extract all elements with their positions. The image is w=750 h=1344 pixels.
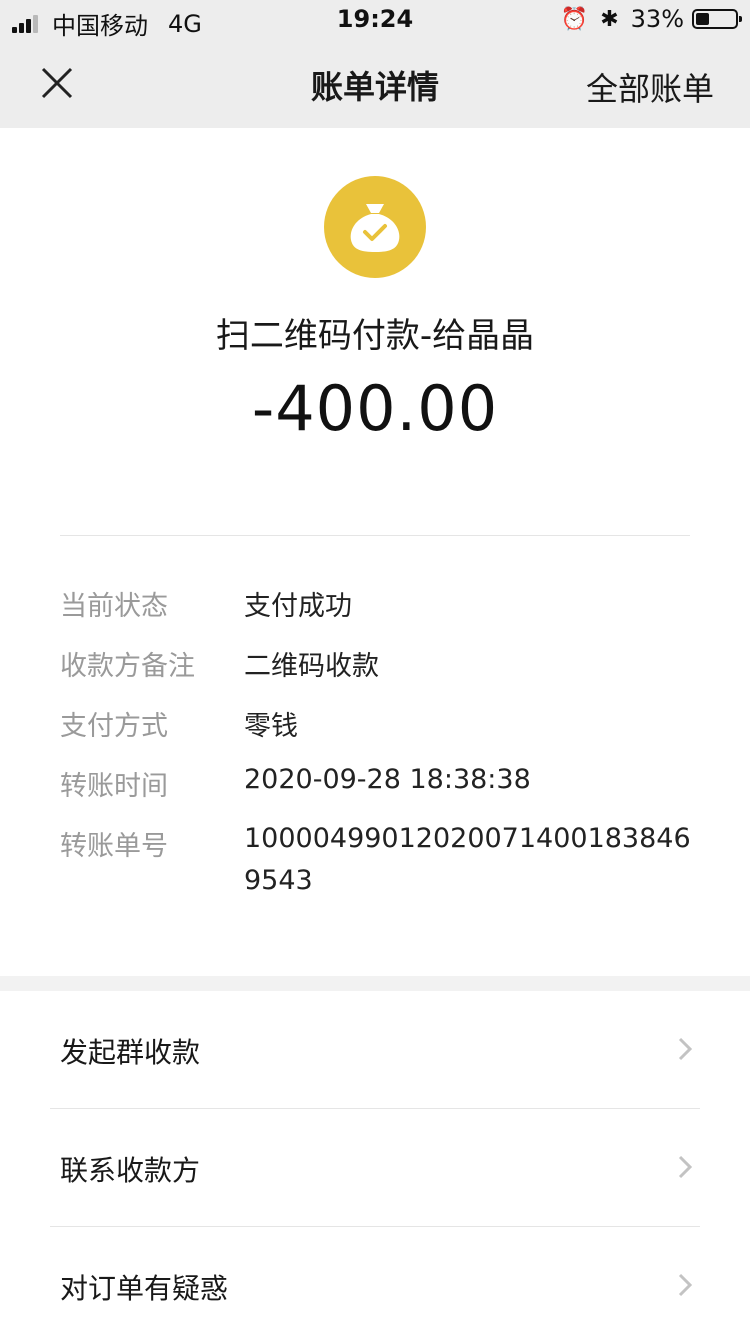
action-contact-payee[interactable]: 联系收款方 bbox=[50, 1109, 700, 1227]
detail-label: 转账单号 bbox=[60, 831, 168, 862]
chevron-right-icon bbox=[678, 1037, 692, 1061]
section-gap bbox=[0, 976, 750, 991]
battery-icon bbox=[692, 9, 742, 29]
divider bbox=[60, 535, 690, 536]
detail-label: 当前状态 bbox=[60, 591, 168, 622]
detail-row-payee-note: 收款方备注 二维码收款 bbox=[60, 640, 700, 700]
detail-label: 收款方备注 bbox=[60, 651, 195, 682]
action-label: 对订单有疑惑 bbox=[60, 1272, 229, 1305]
detail-value: 2020-09-28 18:38:38 bbox=[244, 764, 531, 795]
status-bar: 中国移动 4G 19:24 ⏰ ✱ 33% bbox=[0, 0, 750, 40]
detail-value: 100004990120200714001838469543 bbox=[244, 823, 691, 896]
bluetooth-icon: ✱ bbox=[600, 6, 619, 32]
nav-bar: 账单详情 全部账单 bbox=[0, 40, 750, 128]
detail-value: 支付成功 bbox=[244, 591, 352, 622]
action-order-question[interactable]: 对订单有疑惑 bbox=[50, 1227, 700, 1344]
action-group-collect[interactable]: 发起群收款 bbox=[50, 991, 700, 1109]
merchant-name: 扫二维码付款-给晶晶 bbox=[215, 316, 535, 356]
detail-row-status: 当前状态 支付成功 bbox=[60, 580, 700, 640]
battery-fill bbox=[696, 13, 709, 25]
transaction-details: 当前状态 支付成功 收款方备注 二维码收款 支付方式 零钱 转账时间 2020-… bbox=[60, 580, 700, 896]
status-right: ⏰ ✱ 33% bbox=[560, 5, 742, 33]
detail-row-order-number: 转账单号 100004990120200714001838469543 bbox=[60, 820, 700, 896]
bag-check-icon bbox=[350, 204, 400, 252]
all-bills-link[interactable]: 全部账单 bbox=[586, 64, 714, 110]
detail-value: 二维码收款 bbox=[244, 651, 379, 682]
money-bag-icon bbox=[324, 176, 426, 278]
detail-row-time: 转账时间 2020-09-28 18:38:38 bbox=[60, 760, 700, 820]
action-label: 发起群收款 bbox=[60, 1036, 201, 1069]
action-list: 发起群收款 联系收款方 对订单有疑惑 bbox=[0, 991, 750, 1344]
detail-label: 支付方式 bbox=[60, 711, 168, 742]
detail-value: 零钱 bbox=[244, 711, 298, 742]
action-label: 联系收款方 bbox=[60, 1154, 201, 1187]
detail-label: 转账时间 bbox=[60, 771, 168, 802]
battery-percent: 33% bbox=[630, 5, 684, 33]
chevron-right-icon bbox=[678, 1273, 692, 1297]
transaction-amount: -400.00 bbox=[251, 372, 499, 445]
alarm-icon: ⏰ bbox=[560, 6, 589, 32]
detail-row-payment-method: 支付方式 零钱 bbox=[60, 700, 700, 760]
chevron-right-icon bbox=[678, 1155, 692, 1179]
